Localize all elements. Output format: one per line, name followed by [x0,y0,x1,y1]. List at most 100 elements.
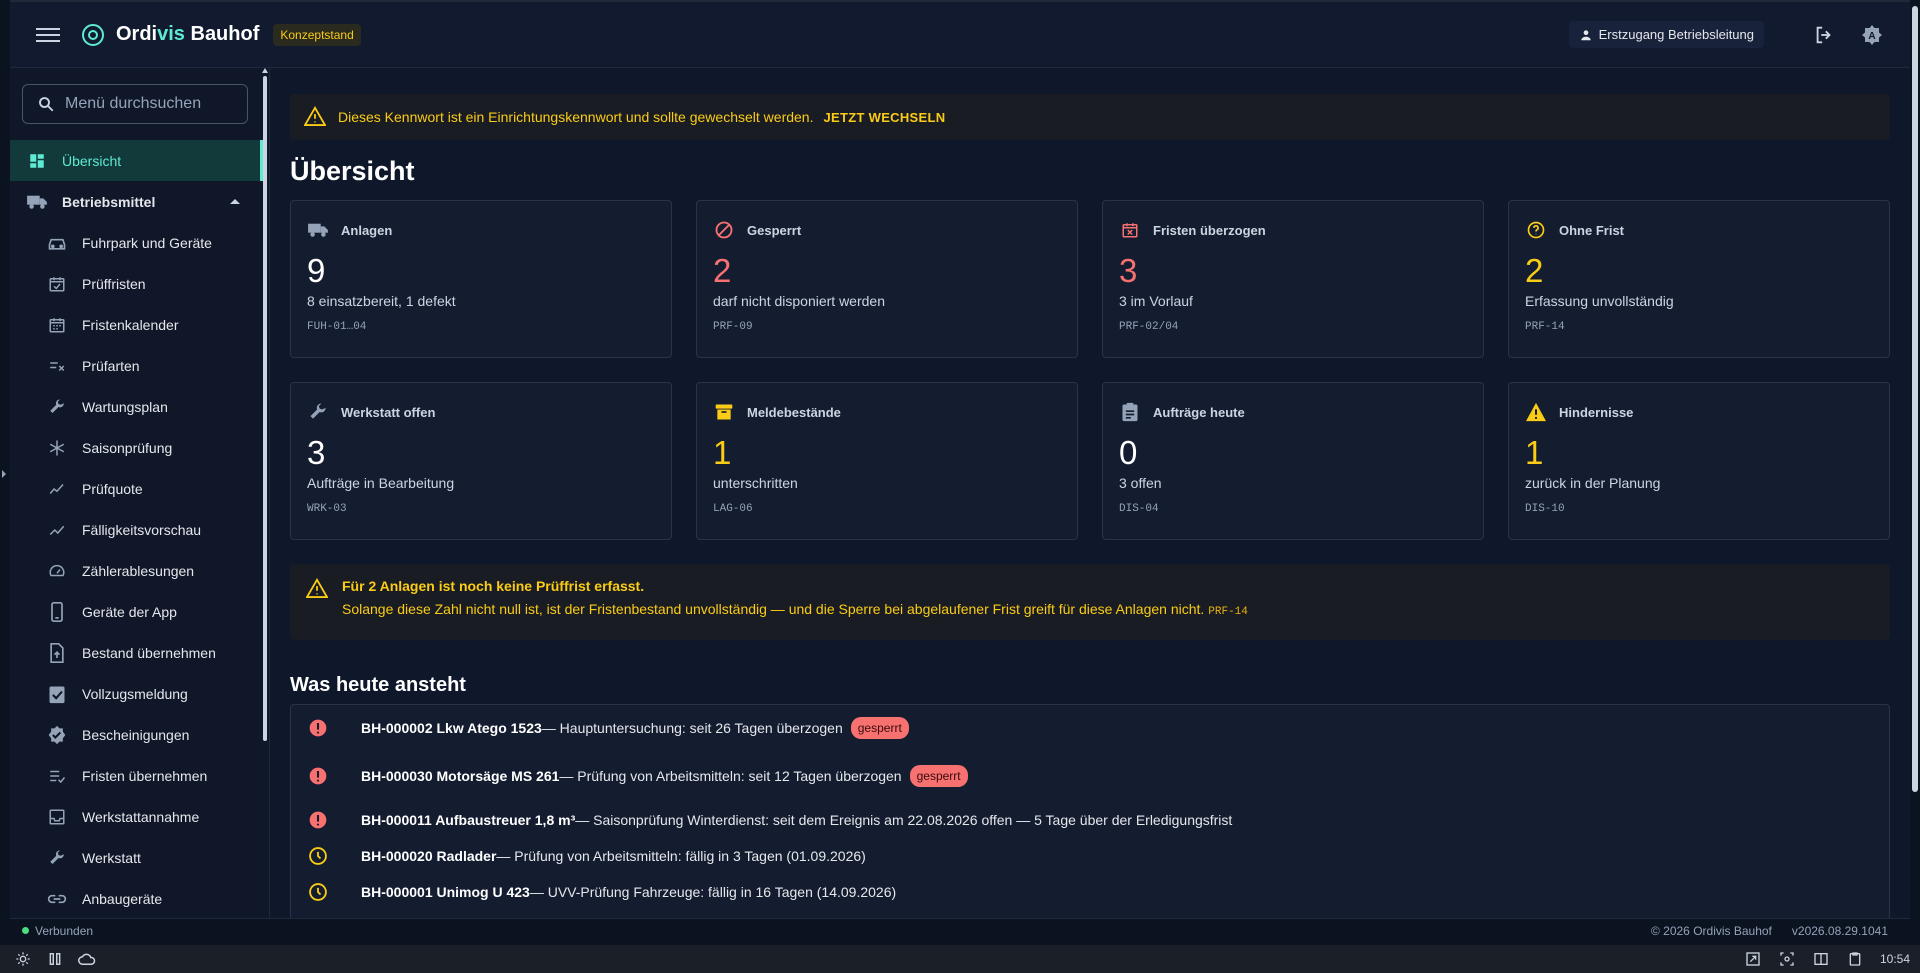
cloud-icon[interactable] [78,950,96,968]
sidebar-item-prueffristen[interactable]: Prüffristen [10,263,260,304]
card-subtitle: 3 offen [1119,475,1162,491]
list-item[interactable]: BH-000001 Unimog U 423 — UVV-Prüfung Fah… [307,881,896,903]
alert-code: PRF-14 [1208,606,1248,618]
warning-icon [305,578,329,601]
svg-text:A: A [1868,31,1875,42]
sidebar: Übersicht Betriebsmittel Fuhrpark und Ge… [10,68,270,918]
user-chip[interactable]: Erstzugang Betriebsleitung [1568,21,1764,48]
card-hindernisse[interactable]: Hindernisse 1 zurück in der Planung DIS-… [1508,382,1890,540]
list-item[interactable]: BH-000011 Aufbaustreuer 1,8 m³ — Saisonp… [307,809,1232,831]
list-item[interactable]: BH-000030 Motorsäge MS 261 — Prüfung von… [307,765,968,787]
sidebar-item-werkstatt[interactable]: Werkstatt [10,837,260,878]
card-code: PRF-09 [713,321,753,333]
resize-icon[interactable] [1744,950,1762,968]
card-anlagen[interactable]: Anlagen 9 8 einsatzbereit, 1 defekt FUH-… [290,200,672,358]
section-title-today: Was heute ansteht [290,674,466,696]
card-value: 9 [307,252,326,289]
sidebar-item-bescheinigungen[interactable]: Bescheinigungen [10,714,260,755]
theme-toggle-icon[interactable]: A [1860,23,1884,47]
card-title: Ohne Frist [1559,222,1625,238]
sidebar-item-geraete-app[interactable]: Geräte der App [10,591,260,632]
error-icon [307,809,329,831]
sidebar-group-betriebsmittel[interactable]: Betriebsmittel [10,181,260,222]
line-chart-icon [46,519,68,541]
change-password-button[interactable]: JETZT WECHSELN [823,110,945,125]
pause-icon[interactable] [46,950,64,968]
screenshot-icon[interactable] [1778,950,1796,968]
item-text: — UVV-Prüfung Fahrzeuge: fällig in 16 Ta… [529,884,897,900]
archive-icon [713,401,735,423]
inbox-icon [46,806,68,828]
wrench-icon [307,401,329,423]
item-name: BH-000011 Aufbaustreuer 1,8 m³ [361,812,576,828]
sidebar-item-fuhrpark[interactable]: Fuhrpark und Geräte [10,222,260,263]
sidebar-item-wartungsplan[interactable]: Wartungsplan [10,386,260,427]
card-ohne-frist[interactable]: Ohne Frist 2 Erfassung unvollständig PRF… [1508,200,1890,358]
card-title: Gesperrt [747,222,802,238]
card-value: 2 [1525,252,1544,289]
menu-icon[interactable] [36,24,60,46]
collapse-caret-icon[interactable] [230,199,240,204]
link-icon [46,888,68,910]
connection-status-dot [22,927,29,934]
sidebar-item-werkstattannahme[interactable]: Werkstattannahme [10,796,260,837]
card-auftraege-heute[interactable]: Aufträge heute 0 3 offen DIS-04 [1102,382,1484,540]
sidebar-scrollbar[interactable] [263,76,267,741]
split-view-icon[interactable] [1812,950,1830,968]
alert-title: Für 2 Anlagen ist noch keine Prüffrist e… [342,578,645,594]
sidebar-item-saisonpruefung[interactable]: Saisonprüfung [10,427,260,468]
card-meldebestaende[interactable]: Meldebestände 1 unterschritten LAG-06 [696,382,1078,540]
sidebar-item-faelligkeitsvorschau[interactable]: Fälligkeitsvorschau [10,509,260,550]
kpi-cards: Anlagen 9 8 einsatzbereit, 1 defekt FUH-… [290,200,1892,540]
calendar-x-icon [1119,219,1141,241]
sidebar-item-uebersicht[interactable]: Übersicht [10,140,263,181]
sidebar-item-bestand-uebernehmen[interactable]: Bestand übernehmen [10,632,260,673]
card-value: 1 [1525,434,1544,471]
calendar-icon [46,314,68,336]
settings-icon[interactable] [14,950,32,968]
list-item[interactable]: BH-000002 Lkw Atego 1523 — Hauptuntersuc… [307,717,909,739]
list-check-icon [46,355,68,377]
expand-arrow-icon[interactable] [2,470,6,478]
clipboard-icon[interactable] [1846,950,1864,968]
card-werkstatt-offen[interactable]: Werkstatt offen 3 Aufträge in Bearbeitun… [290,382,672,540]
brand-title: Ordivis Bauhof [116,23,260,45]
gauge-icon [46,560,68,582]
item-text: — Saisonprüfung Winterdienst: seit dem E… [575,812,1233,828]
user-label: Erstzugang Betriebsleitung [1598,27,1754,42]
menu-search[interactable] [22,84,248,124]
warning-icon [303,105,327,129]
card-code: DIS-04 [1119,503,1159,515]
question-icon [1525,219,1547,241]
main-content: Dieses Kennwort ist ein Einrichtungskenn… [270,68,1910,918]
item-name: BH-000001 Unimog U 423 [361,884,530,900]
sidebar-item-zaehlerablesungen[interactable]: Zählerablesungen [10,550,260,591]
error-icon [307,765,329,787]
scroll-up-arrow[interactable] [262,68,268,73]
card-title: Werkstatt offen [341,404,436,420]
copyright: © 2026 Ordivis Bauhof [1650,923,1772,938]
item-name: BH-000020 Radlader [361,848,497,864]
sidebar-item-pruefquote[interactable]: Prüfquote [10,468,260,509]
search-input[interactable] [65,95,235,113]
card-fristen-ueberzogen[interactable]: Fristen überzogen 3 3 im Vorlauf PRF-02/… [1102,200,1484,358]
sidebar-item-pruefarten[interactable]: Prüfarten [10,345,260,386]
page-scrollbar[interactable] [1912,6,1918,792]
item-text: — Prüfung von Arbeitsmitteln: fällig in … [496,848,866,864]
missing-deadline-alert: Für 2 Anlagen ist noch keine Prüffrist e… [290,564,1890,640]
wrench-icon [46,396,68,418]
sidebar-item-fristen-uebernehmen[interactable]: Fristen übernehmen [10,755,260,796]
card-title: Meldebestände [747,404,841,420]
sidebar-item-anbaugeraete[interactable]: Anbaugeräte [10,878,260,918]
card-gesperrt[interactable]: Gesperrt 2 darf nicht disponiert werden … [696,200,1078,358]
sidebar-item-vollzugsmeldung[interactable]: Vollzugsmeldung [10,673,260,714]
clipboard-check-icon [46,683,68,705]
truck-icon [26,191,48,213]
person-icon [1580,29,1591,40]
logout-icon[interactable] [1812,23,1836,47]
trend-icon [46,478,68,500]
card-title: Fristen überzogen [1153,222,1266,238]
sidebar-item-fristenkalender[interactable]: Fristenkalender [10,304,260,345]
list-item[interactable]: BH-000020 Radlader — Prüfung von Arbeits… [307,845,866,867]
item-name: BH-000002 Lkw Atego 1523 [361,720,542,736]
